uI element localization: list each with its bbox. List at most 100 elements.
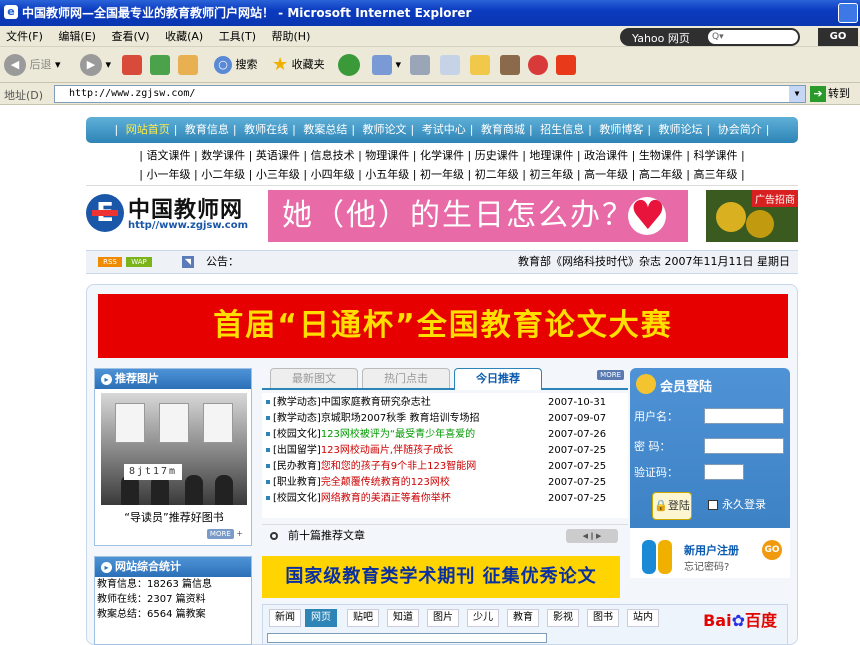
news-item[interactable]: [校园文化]123网校被评为“最受青少年喜爱的 2007-07-26 [266,427,624,443]
news-more-link[interactable]: MORE [597,370,624,380]
news-tag[interactable]: [职业教育] [273,477,321,488]
news-title[interactable]: 123网校动画片,伴随孩子成长 [321,445,453,456]
wap-badge[interactable]: WAP [126,257,152,267]
news-title[interactable]: 京城职场2007秋季 教育培训专场招 [321,413,480,424]
baidu-tab[interactable]: 图书 [587,609,619,627]
messenger-button[interactable] [528,53,548,77]
news-title[interactable]: 123网校被评为“最受青少年喜爱的 [321,429,475,440]
periodical-banner[interactable]: 国家级教育类学术期刊 征集优秀论文 [262,556,620,598]
refresh-button[interactable] [150,53,170,77]
news-item[interactable]: [校园文化]网络教育的美酒正等着你举杯 2007-07-25 [266,491,624,507]
login-button[interactable]: 🔒登陆 [652,492,692,520]
grade-link[interactable]: 小三年级 [256,168,300,181]
menu-help[interactable]: 帮助(H) [266,26,317,47]
home-button[interactable] [178,53,198,77]
baidu-tab[interactable]: 网页 [305,609,337,627]
photo-caption[interactable]: “导读员”推荐好图书 [95,509,253,525]
menu-favorites[interactable]: 收藏(A) [159,26,209,47]
back-button[interactable]: ◀ 后退 ▾ [4,53,61,77]
nav-lesson[interactable]: 教案总结 [299,123,351,136]
tab-latest[interactable]: 最新图文 [270,368,358,388]
sub-link[interactable]: 化学课件 [420,149,464,162]
nav-teacher-online[interactable]: 教师在线 [240,123,292,136]
baidu-tab[interactable]: 少儿 [467,609,499,627]
news-title[interactable]: 网络教育的美酒正等着你举杯 [321,493,451,504]
menu-file[interactable]: 文件(F) [0,26,49,47]
grade-link[interactable]: 初三年级 [529,168,573,181]
grade-link[interactable]: 初一年级 [420,168,464,181]
sub-link[interactable]: 信息技术 [311,149,355,162]
news-title[interactable]: 中国家庭教育研究杂志社 [321,397,431,408]
sub-link[interactable]: 英语课件 [256,149,300,162]
nav-edu-info[interactable]: 教育信息 [181,123,233,136]
tool-button[interactable] [556,53,576,77]
news-tag[interactable]: [校园文化] [273,493,321,504]
news-item[interactable]: [出国留学]123网校动画片,伴随孩子成长 2007-07-25 [266,443,624,459]
nav-mall[interactable]: 教育商城 [477,123,529,136]
stop-button[interactable] [122,53,142,77]
tab-today[interactable]: 今日推荐 [454,368,542,390]
search-button[interactable]: ○ 搜索 [214,53,258,77]
baidu-tab[interactable]: 贴吧 [347,609,379,627]
news-title[interactable]: 完全颠覆传统教育的123网校 [321,477,450,488]
pager[interactable]: ◀ ‖ ▶ [566,529,618,543]
password-input[interactable] [704,438,784,454]
username-input[interactable] [704,408,784,424]
forward-button[interactable]: ▶ ▾ [80,53,111,77]
news-item[interactable]: [教学动态]京城职场2007秋季 教育培训专场招 2007-09-07 [266,411,624,427]
grade-link[interactable]: 小四年级 [311,168,355,181]
nav-home[interactable]: 网站首页 [122,123,174,136]
captcha-input[interactable] [704,464,744,480]
go-button[interactable]: ➔ 转到 [810,85,858,103]
news-tag[interactable]: [出国留学] [273,445,321,456]
nav-admission[interactable]: 招生信息 [536,123,588,136]
baidu-tab[interactable]: 图片 [427,609,459,627]
baidu-logo[interactable]: Bai✿百度 [703,607,777,631]
print-button[interactable] [410,53,430,77]
news-item[interactable]: [民办教育]您和您的孩子有9个非上123智能网 2007-07-25 [266,459,624,475]
ad-slot[interactable]: 广告招商 [706,190,798,242]
rss-badge[interactable]: RSS [98,257,122,267]
register-link[interactable]: 新用户注册 [684,542,739,558]
baidu-search-input[interactable] [267,633,547,643]
sub-link[interactable]: 语文课件 [146,149,190,162]
news-item[interactable]: [教学动态]中国家庭教育研究杂志社 2007-10-31 [266,395,624,411]
research-button[interactable] [500,53,520,77]
nav-about[interactable]: 协会简介 [714,123,766,136]
grade-link[interactable]: 高一年级 [584,168,628,181]
grade-link[interactable]: 小一年级 [146,168,190,181]
nav-blog[interactable]: 教师博客 [595,123,647,136]
nav-papers[interactable]: 教师论文 [359,123,411,136]
news-tag[interactable]: [教学动态] [273,397,321,408]
contest-banner[interactable]: 首届“日通杯”全国教育论文大赛 [98,294,788,358]
grade-link[interactable]: 小五年级 [365,168,409,181]
birthday-banner[interactable]: 她（他）的生日怎么办？ [268,190,688,242]
sub-link[interactable]: 数学课件 [201,149,245,162]
more-link[interactable]: MORE + [206,529,243,539]
news-title[interactable]: 您和您的孩子有9个非上123智能网 [321,461,476,472]
register-go-button[interactable]: GO [762,540,782,560]
yahoo-search-box[interactable]: Yahoo 网页 Q▾ [620,28,800,46]
baidu-tab[interactable]: 知道 [387,609,419,627]
folder-button[interactable] [470,53,490,77]
sub-link[interactable]: 科学课件 [694,149,738,162]
news-tag[interactable]: [民办教育] [273,461,321,472]
sub-link[interactable]: 历史课件 [475,149,519,162]
chevron-down-icon[interactable]: ▼ [789,86,805,102]
remember-checkbox[interactable] [708,500,718,510]
forgot-link[interactable]: 忘记密码? [684,558,729,573]
sub-link[interactable]: 生物课件 [639,149,683,162]
grade-link[interactable]: 初二年级 [475,168,519,181]
menu-edit[interactable]: 编辑(E) [52,26,102,47]
site-logo[interactable]: E 中国教师网 http//www.zgjsw.com [86,190,256,242]
news-item[interactable]: [职业教育]完全颠覆传统教育的123网校 2007-07-25 [266,475,624,491]
tab-hot[interactable]: 热门点击 [362,368,450,388]
favorites-button[interactable]: ★ 收藏夹 [272,53,325,77]
baidu-tab[interactable]: 教育 [507,609,539,627]
sub-link[interactable]: 物理课件 [365,149,409,162]
baidu-tab[interactable]: 新闻 [269,609,301,627]
nav-exam[interactable]: 考试中心 [418,123,470,136]
history-button[interactable]: ▾ [372,53,401,77]
yahoo-go-button[interactable]: GO [818,28,858,46]
edit-button[interactable] [440,53,460,77]
